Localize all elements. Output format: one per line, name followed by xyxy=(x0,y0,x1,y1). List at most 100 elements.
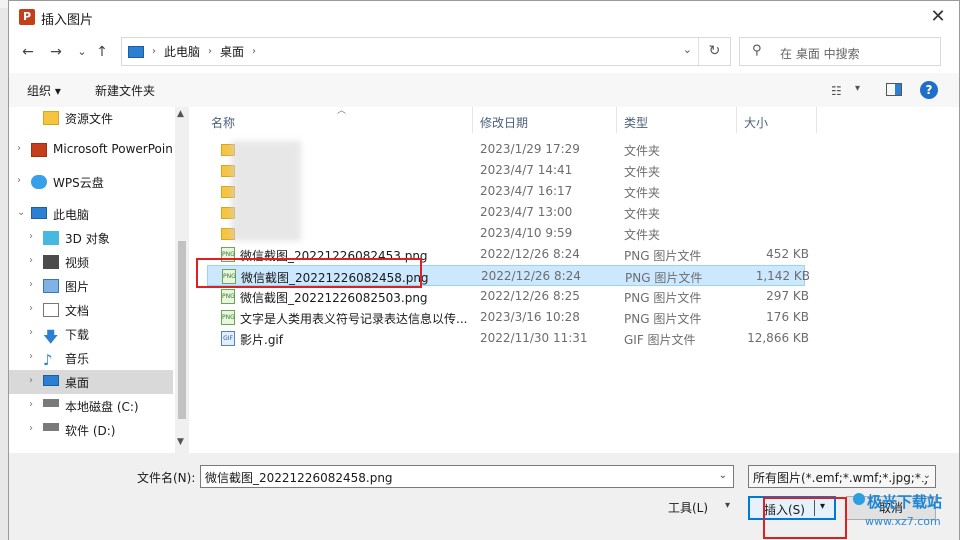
expand-chevron-icon[interactable]: › xyxy=(29,375,39,386)
expand-chevron-icon[interactable]: › xyxy=(29,327,39,338)
documents-icon xyxy=(43,303,59,317)
sidebar-item[interactable]: › 🡇 下载 xyxy=(9,322,173,346)
scroll-up-icon[interactable]: ▲ xyxy=(177,109,184,119)
nav-scroll-thumb[interactable] xyxy=(178,241,186,419)
file-date: 2023/4/7 16:17 xyxy=(480,184,573,198)
video-icon xyxy=(43,255,59,269)
sidebar-item[interactable]: › 视频 xyxy=(9,250,173,274)
pc-icon xyxy=(128,45,144,58)
column-divider[interactable] xyxy=(736,107,737,133)
file-type: 文件夹 xyxy=(624,165,661,179)
sidebar-item[interactable]: › Microsoft PowerPoin xyxy=(9,138,173,162)
watermark-title: 极光下载站 xyxy=(867,493,943,511)
preview-pane-icon[interactable] xyxy=(886,83,902,96)
privacy-blur xyxy=(231,141,301,241)
search-icon: ⚲ xyxy=(752,43,762,58)
file-row[interactable]: GIF 影片.gif 2022/11/30 11:31 GIF 图片文件 12,866 … xyxy=(207,328,809,349)
sidebar-item-label: Microsoft PowerPoin xyxy=(53,142,173,156)
expand-chevron-icon[interactable]: › xyxy=(17,143,27,154)
file-name: 文字是人类用表义符号记录表达信息以传... xyxy=(240,312,468,326)
address-history-dropdown[interactable]: ⌄ xyxy=(683,43,692,56)
column-header-date[interactable]: 修改日期 xyxy=(480,114,528,131)
downloads-icon: 🡇 xyxy=(43,328,59,346)
expand-chevron-icon[interactable]: › xyxy=(29,303,39,314)
file-date: 2023/1/29 17:29 xyxy=(480,142,580,156)
sidebar-item[interactable]: › 本地磁盘 (C:) xyxy=(9,394,173,418)
sidebar-item-label: 资源文件 xyxy=(65,112,114,126)
help-icon[interactable]: ? xyxy=(920,81,938,99)
scroll-down-icon[interactable]: ▼ xyxy=(177,437,184,447)
sidebar-item[interactable]: › 桌面 xyxy=(9,370,173,394)
watermark-url: www.xz7.com xyxy=(865,515,941,528)
close-button[interactable]: ✕ xyxy=(927,6,949,28)
filename-value: 微信截图_20221226082458.png xyxy=(205,471,393,485)
expand-chevron-icon[interactable]: › xyxy=(29,399,39,410)
expand-chevron-icon[interactable]: › xyxy=(29,279,39,290)
file-type-filter[interactable]: 所有图片(*.emf;*.wmf;*.jpg;*.j ⌄ xyxy=(748,465,936,488)
sidebar-item[interactable]: 资源文件 xyxy=(9,107,173,130)
column-header-name[interactable]: 名称 xyxy=(211,114,235,131)
breadcrumb-this-pc[interactable]: 此电脑 xyxy=(164,43,200,60)
file-type: 文件夹 xyxy=(624,144,661,158)
recent-locations-button[interactable]: ⌄ xyxy=(71,41,93,63)
file-row[interactable]: PNG 文字是人类用表义符号记录表达信息以传... 2023/3/16 10:28 P… xyxy=(207,307,809,328)
file-type: PNG 图片文件 xyxy=(624,312,702,326)
expand-chevron-icon[interactable]: ⌄ xyxy=(17,207,27,218)
watermark: 极光下载站 www.xz7.com xyxy=(853,491,960,537)
file-date: 2022/11/30 11:31 xyxy=(480,331,588,345)
sidebar-item[interactable]: › ♪ 音乐 xyxy=(9,346,173,370)
sidebar-item-label: 软件 (D:) xyxy=(65,424,116,438)
file-size: 297 KB xyxy=(766,289,809,303)
file-type: 文件夹 xyxy=(624,228,661,242)
forward-button[interactable]: → xyxy=(45,41,67,63)
view-options-icon[interactable]: ☷ xyxy=(831,84,842,98)
sidebar-item[interactable]: ⌄ 此电脑 xyxy=(9,202,173,226)
cloud-icon xyxy=(31,175,47,189)
sidebar-item[interactable]: › 3D 对象 xyxy=(9,226,173,250)
expand-chevron-icon[interactable]: › xyxy=(29,255,39,266)
expand-chevron-icon[interactable]: › xyxy=(29,231,39,242)
expand-chevron-icon[interactable]: › xyxy=(17,175,27,186)
refresh-button[interactable]: ↻ xyxy=(698,38,730,65)
back-button[interactable]: ← xyxy=(17,41,39,63)
nav-scrollbar[interactable]: ▲ ▼ xyxy=(175,107,189,453)
column-divider[interactable] xyxy=(472,107,473,133)
filename-input[interactable]: 微信截图_20221226082458.png ⌄ xyxy=(200,465,734,488)
sidebar-item[interactable]: › 软件 (D:) xyxy=(9,418,173,442)
search-placeholder: 在 桌面 中搜索 xyxy=(780,47,860,61)
powerpoint-icon xyxy=(31,143,47,157)
png-file-icon: PNG xyxy=(221,289,235,304)
sidebar-item-label: 3D 对象 xyxy=(65,232,110,246)
address-bar[interactable]: › 此电脑 › 桌面 › ⌄ ↻ xyxy=(121,37,731,66)
sidebar-item[interactable]: › 图片 xyxy=(9,274,173,298)
column-divider[interactable] xyxy=(816,107,817,133)
sidebar-item[interactable]: › 文档 xyxy=(9,298,173,322)
view-options-caret[interactable]: ▾ xyxy=(855,83,860,94)
expand-chevron-icon[interactable]: › xyxy=(29,351,39,362)
file-size: 176 KB xyxy=(766,310,809,324)
filter-dropdown-icon[interactable]: ⌄ xyxy=(920,470,931,481)
file-date: 2023/4/7 14:41 xyxy=(480,163,573,177)
expand-chevron-icon[interactable]: › xyxy=(29,423,39,434)
file-type: 文件夹 xyxy=(624,207,661,221)
sidebar-item[interactable]: › WPS云盘 xyxy=(9,170,173,194)
watermark-logo-icon xyxy=(853,493,865,505)
organize-menu[interactable]: 组织 ▾ xyxy=(27,82,61,99)
filename-dropdown-icon[interactable]: ⌄ xyxy=(719,470,727,481)
column-header-type[interactable]: 类型 xyxy=(624,114,648,131)
column-divider[interactable] xyxy=(616,107,617,133)
search-input[interactable]: ⚲ 在 桌面 中搜索 xyxy=(739,37,941,66)
gif-file-icon: GIF xyxy=(221,331,235,346)
file-row[interactable]: PNG 微信截图_20221226082503.png 2022/12/26 8:2… xyxy=(207,286,809,307)
new-folder-button[interactable]: 新建文件夹 xyxy=(95,82,155,99)
tools-caret-icon[interactable]: ▾ xyxy=(725,500,730,511)
up-button[interactable]: ↑ xyxy=(91,41,113,63)
column-header-size[interactable]: 大小 xyxy=(744,114,768,131)
desktop-icon xyxy=(43,375,59,386)
breadcrumb-desktop[interactable]: 桌面 xyxy=(220,43,244,60)
file-type: 文件夹 xyxy=(624,186,661,200)
file-date: 2022/12/26 8:24 xyxy=(481,269,581,283)
breadcrumb-separator: › xyxy=(152,46,156,57)
tools-menu[interactable]: 工具(L) xyxy=(668,499,708,516)
sidebar-item-label: 图片 xyxy=(65,280,90,294)
